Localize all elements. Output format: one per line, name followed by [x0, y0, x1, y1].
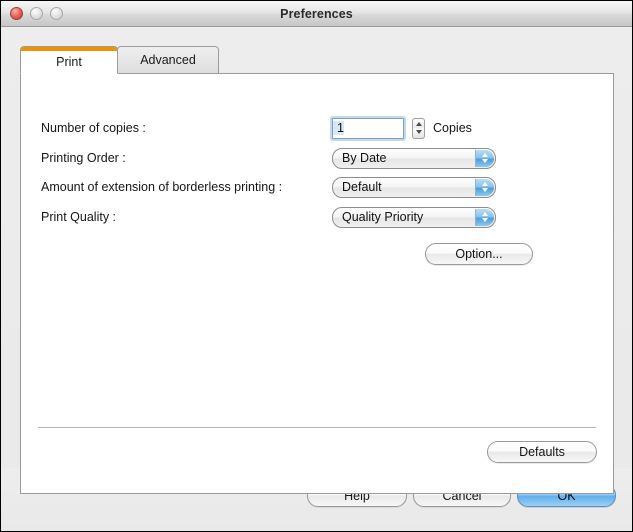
popup-print-quality-value: Quality Priority: [342, 210, 424, 224]
row-number-of-copies: Number of copies : 1 Copies: [21, 115, 613, 141]
defaults-button-label: Defaults: [519, 445, 565, 459]
stepper-up-icon[interactable]: [415, 121, 422, 126]
popup-down-arrow-icon: [482, 188, 488, 192]
tab-advanced-label: Advanced: [140, 53, 196, 67]
active-tab-accent: [21, 47, 117, 51]
window-titlebar: Preferences: [1, 1, 632, 27]
tab-advanced[interactable]: Advanced: [117, 46, 219, 74]
window-controls: [1, 7, 63, 20]
popup-up-arrow-icon: [482, 153, 488, 157]
print-settings-panel: Number of copies : 1 Copies Printing Ord…: [20, 73, 614, 494]
copies-stepper[interactable]: [412, 117, 425, 139]
tab-bar: Print Advanced: [20, 46, 219, 74]
copies-unit-label: Copies: [433, 121, 472, 135]
label-borderless-extension: Amount of extension of borderless printi…: [41, 180, 283, 194]
popup-down-arrow-icon: [482, 218, 488, 222]
close-icon[interactable]: [10, 7, 23, 20]
option-button-label: Option...: [455, 247, 503, 261]
copies-input-value: 1: [333, 121, 344, 135]
popup-printing-order-value: By Date: [342, 151, 387, 165]
popup-printing-order[interactable]: By Date: [332, 147, 496, 169]
popup-print-quality[interactable]: Quality Priority: [332, 206, 496, 228]
popup-borderless-extension[interactable]: Default: [332, 176, 496, 198]
minimize-icon[interactable]: [30, 7, 43, 20]
zoom-icon[interactable]: [50, 7, 63, 20]
row-borderless-extension: Amount of extension of borderless printi…: [21, 174, 613, 200]
row-print-quality: Print Quality : Quality Priority: [21, 204, 613, 230]
window-body: Print Advanced Number of copies : 1 Copi…: [1, 27, 632, 531]
defaults-button[interactable]: Defaults: [487, 441, 597, 463]
stepper-down-icon[interactable]: [415, 130, 422, 135]
preferences-window: Preferences Print Advanced Number of cop…: [0, 0, 633, 532]
label-print-quality: Print Quality :: [41, 210, 117, 224]
chevron-updown-icon[interactable]: [475, 208, 494, 226]
popup-borderless-extension-value: Default: [342, 180, 382, 194]
popup-up-arrow-icon: [482, 212, 488, 216]
option-button[interactable]: Option...: [425, 243, 533, 265]
popup-down-arrow-icon: [482, 159, 488, 163]
tab-print-label: Print: [56, 55, 82, 69]
window-title: Preferences: [280, 6, 353, 21]
chevron-updown-icon[interactable]: [475, 178, 494, 196]
chevron-updown-icon[interactable]: [475, 149, 494, 167]
label-number-of-copies: Number of copies :: [41, 121, 146, 135]
tab-print[interactable]: Print: [20, 46, 118, 74]
panel-divider: [38, 427, 596, 428]
popup-up-arrow-icon: [482, 182, 488, 186]
copies-input[interactable]: 1: [332, 117, 404, 139]
row-printing-order: Printing Order : By Date: [21, 145, 613, 171]
label-printing-order: Printing Order :: [41, 151, 126, 165]
